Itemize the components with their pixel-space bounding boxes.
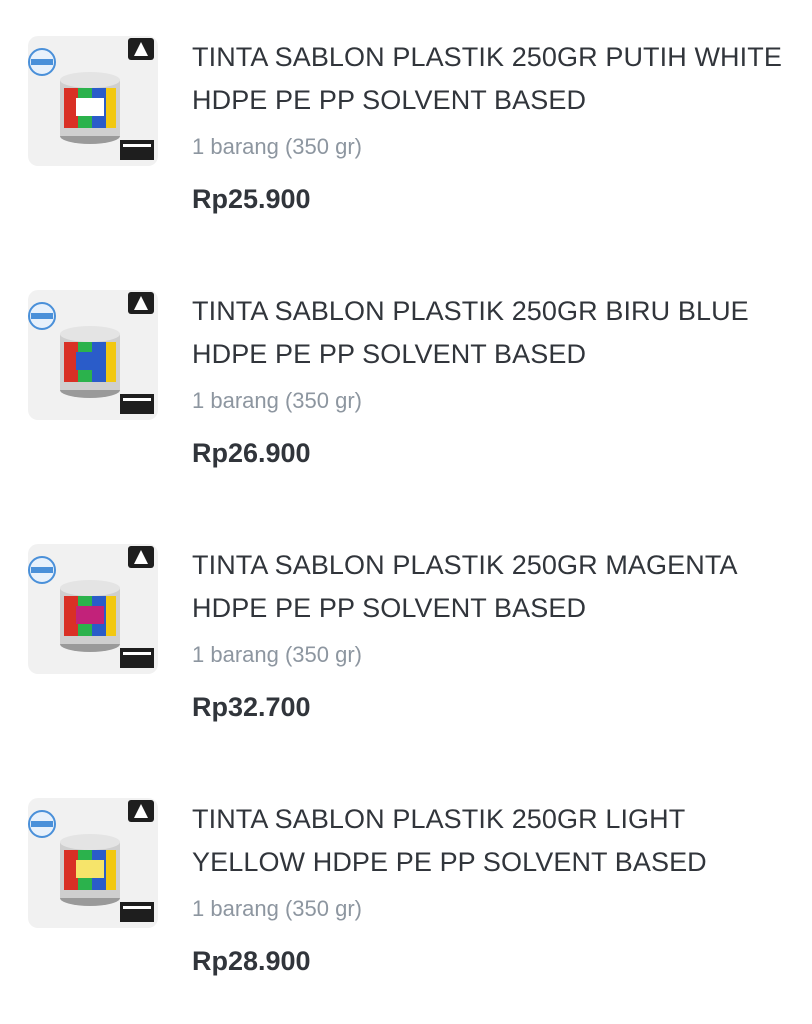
- product-thumbnail[interactable]: [28, 544, 158, 674]
- product-quantity: 1 barang (350 gr): [192, 896, 362, 921]
- product-title[interactable]: TINTA SABLON PLASTIK 250GR BIRU BLUE HDP…: [192, 290, 792, 376]
- product-price: Rp26.900: [192, 438, 311, 468]
- product-quantity: 1 barang (350 gr): [192, 642, 362, 667]
- product-thumbnail[interactable]: [28, 36, 158, 166]
- product-item[interactable]: TINTA SABLON PLASTIK 250GR PUTIH WHITE H…: [0, 36, 812, 276]
- product-title[interactable]: TINTA SABLON PLASTIK 250GR LIGHT YELLOW …: [192, 798, 792, 884]
- product-price: Rp25.900: [192, 184, 311, 214]
- product-price: Rp32.700: [192, 692, 311, 722]
- product-item[interactable]: TINTA SABLON PLASTIK 250GR BIRU BLUE HDP…: [0, 290, 812, 530]
- product-price: Rp28.900: [192, 946, 311, 976]
- product-list: TINTA SABLON PLASTIK 250GR PUTIH WHITE H…: [0, 0, 812, 1024]
- product-title[interactable]: TINTA SABLON PLASTIK 250GR PUTIH WHITE H…: [192, 36, 792, 122]
- product-thumbnail[interactable]: [28, 290, 158, 420]
- product-thumbnail[interactable]: [28, 798, 158, 928]
- product-item[interactable]: TINTA SABLON PLASTIK 250GR MAGENTA HDPE …: [0, 544, 812, 784]
- product-title[interactable]: TINTA SABLON PLASTIK 250GR MAGENTA HDPE …: [192, 544, 792, 630]
- product-quantity: 1 barang (350 gr): [192, 134, 362, 159]
- product-quantity: 1 barang (350 gr): [192, 388, 362, 413]
- product-item[interactable]: TINTA SABLON PLASTIK 250GR LIGHT YELLOW …: [0, 798, 812, 1024]
